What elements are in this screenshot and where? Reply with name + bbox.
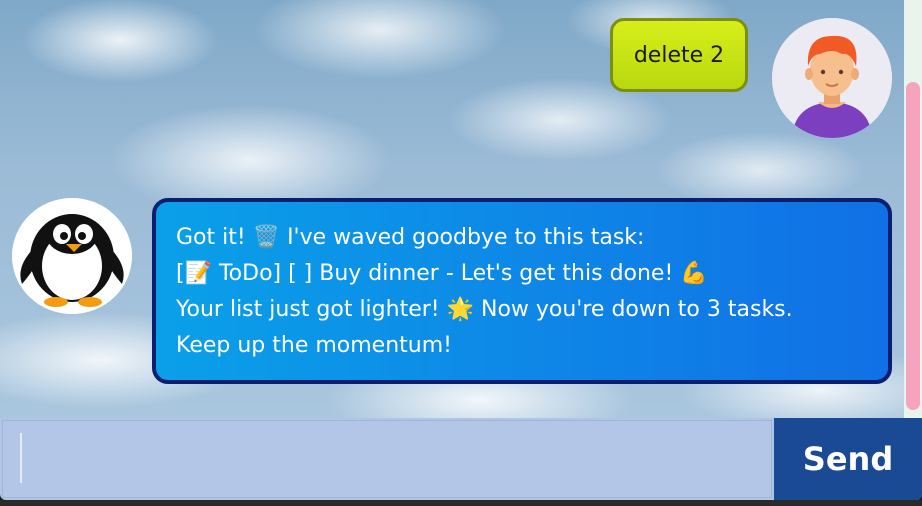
text-caret <box>20 433 22 483</box>
scrollbar-thumb[interactable] <box>906 82 920 410</box>
bot-message-line: [📝 ToDo] [ ] Buy dinner - Let's get this… <box>176 261 708 286</box>
chat-window: delete 2 Got it! 🗑️ I've waved goodbye t… <box>0 0 922 500</box>
send-button-label: Send <box>802 440 894 478</box>
user-message-bubble: delete 2 <box>610 18 748 92</box>
send-button[interactable]: Send <box>774 418 922 500</box>
user-message-text: delete 2 <box>633 42 725 68</box>
bot-message-line: Your list just got lighter! 🌟 Now you're… <box>176 297 793 322</box>
penguin-avatar-icon <box>12 198 132 314</box>
bot-message-line: Keep up the momentum! <box>176 333 452 358</box>
user-avatar-icon <box>772 18 892 138</box>
bot-message-bubble: Got it! 🗑️ I've waved goodbye to this ta… <box>152 198 892 384</box>
bot-message-line: Got it! 🗑️ I've waved goodbye to this ta… <box>176 225 645 250</box>
window-shadow <box>0 500 922 506</box>
message-input[interactable] <box>2 420 772 498</box>
